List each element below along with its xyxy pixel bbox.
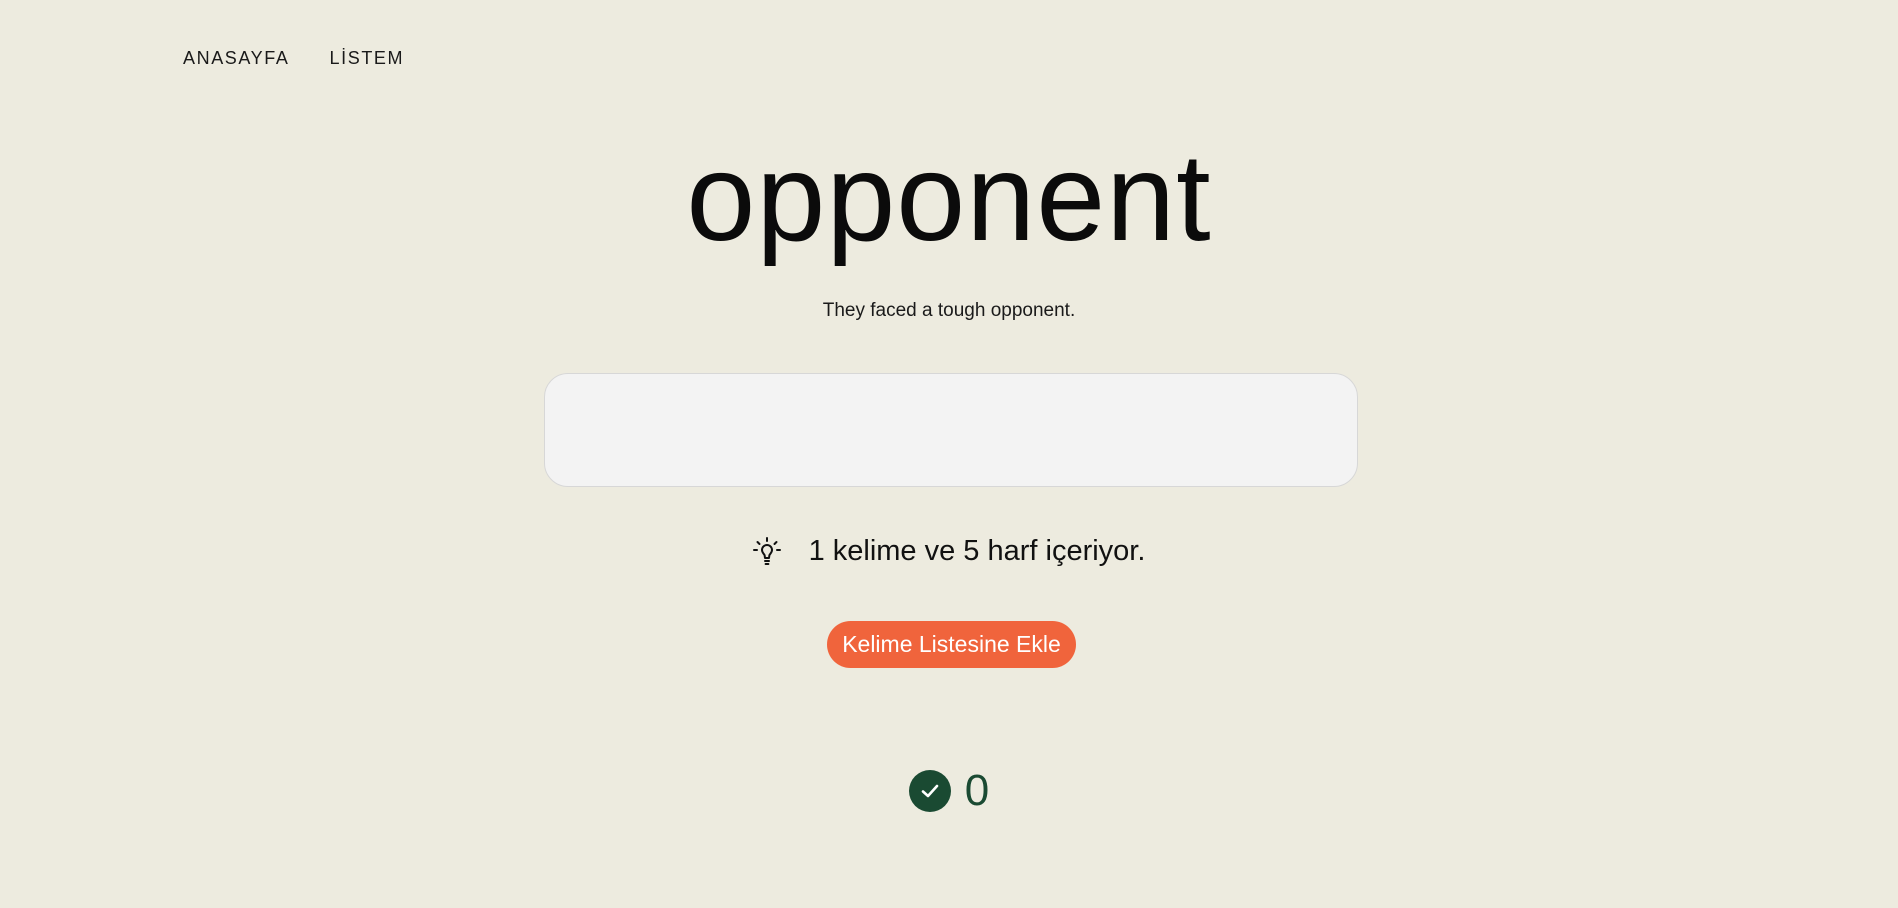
hint-text: 1 kelime ve 5 harf içeriyor. (808, 535, 1146, 567)
correct-count-value: 0 (964, 766, 990, 815)
top-nav: ANASAYFA LİSTEM (183, 48, 404, 69)
example-sentence: They faced a tough opponent. (822, 300, 1076, 321)
check-circle-icon (908, 770, 951, 812)
nav-link-my-list[interactable]: LİSTEM (330, 48, 405, 69)
vocabulary-word: opponent (686, 129, 1212, 267)
lightbulb-icon (752, 536, 781, 567)
correct-count: 0 (0, 765, 1898, 817)
nav-link-home[interactable]: ANASAYFA (183, 48, 290, 69)
add-to-word-list-button[interactable]: Kelime Listesine Ekle (827, 621, 1076, 668)
answer-input[interactable] (544, 373, 1358, 487)
hint-row: 1 kelime ve 5 harf içeriyor. (0, 535, 1898, 568)
